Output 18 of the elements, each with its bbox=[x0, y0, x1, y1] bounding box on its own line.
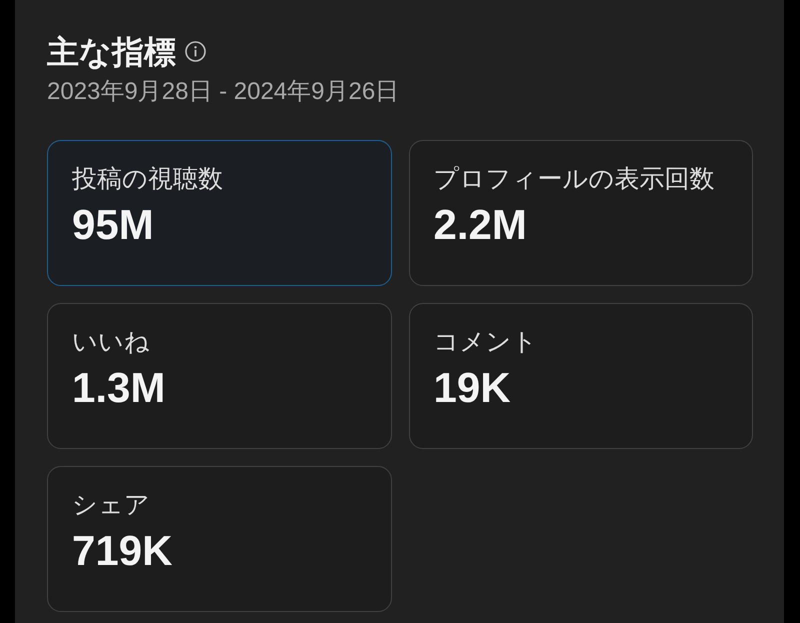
metric-value: 95M bbox=[72, 201, 155, 249]
info-icon[interactable] bbox=[185, 40, 206, 62]
metric-label: コメント bbox=[434, 327, 538, 358]
metric-label: プロフィールの表示回数 bbox=[434, 164, 716, 195]
metric-label: 投稿の視聴数 bbox=[72, 164, 224, 195]
date-range: 2023年9月28日 - 2024年9月26日 bbox=[47, 77, 400, 106]
section-title: 主な指標 bbox=[47, 33, 176, 71]
metric-value: 2.2M bbox=[434, 201, 528, 249]
metric-value: 719K bbox=[72, 527, 174, 575]
metric-card[interactable]: コメント 19K bbox=[408, 303, 753, 449]
metric-value: 19K bbox=[434, 364, 512, 412]
metric-value: 1.3M bbox=[72, 364, 166, 412]
metric-card[interactable]: プロフィールの表示回数 2.2M bbox=[408, 140, 753, 286]
metric-label: シェア bbox=[72, 490, 151, 521]
metric-card[interactable]: いいね 1.3M bbox=[47, 303, 392, 449]
metric-label: いいね bbox=[72, 327, 151, 358]
metric-card[interactable]: 投稿の視聴数 95M bbox=[47, 140, 392, 286]
metric-card[interactable]: シェア 719K bbox=[47, 466, 392, 612]
